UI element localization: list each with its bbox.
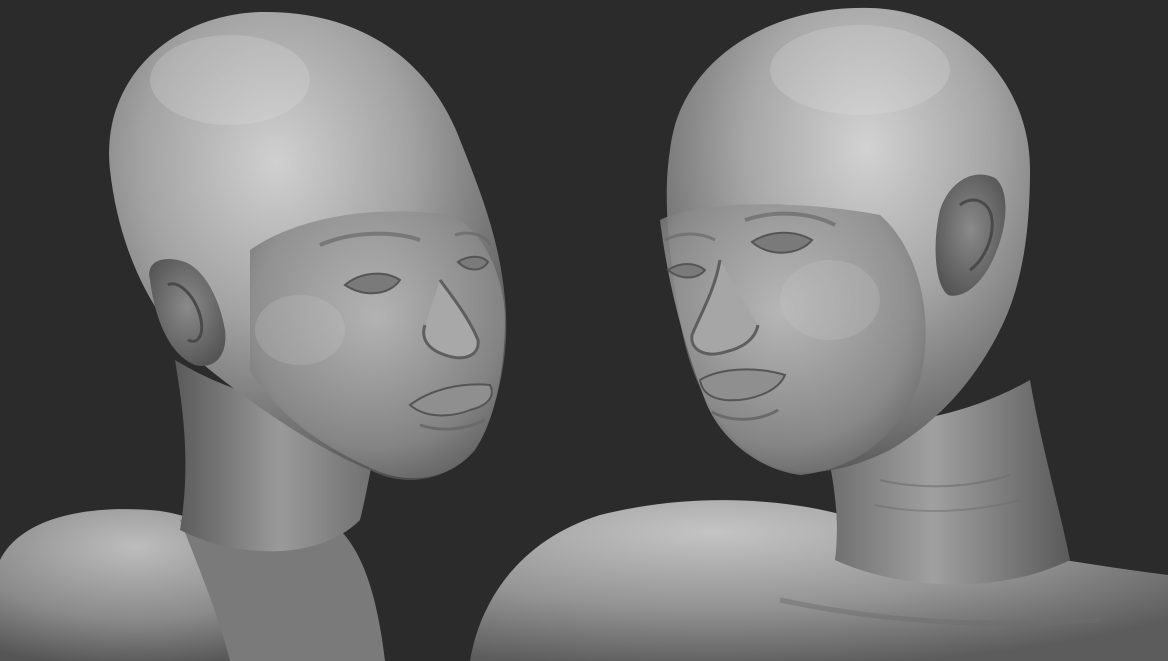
sculpt-render [0, 0, 1168, 661]
sculpt-viewport [0, 0, 1168, 661]
